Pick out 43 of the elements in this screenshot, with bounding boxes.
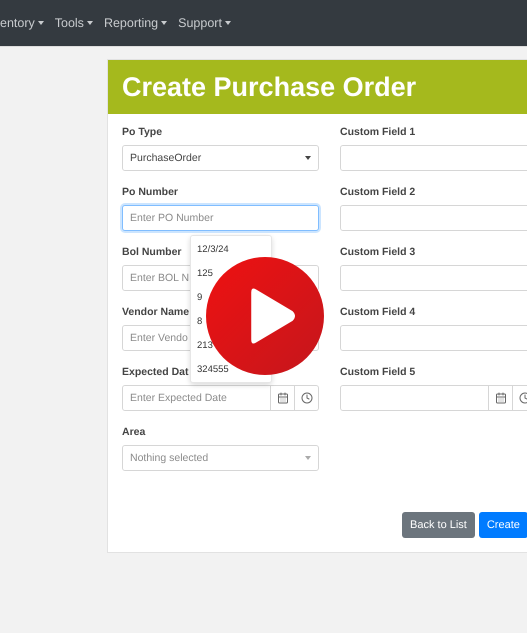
suggestion-item[interactable]: 125 <box>197 261 213 285</box>
suggestion-item[interactable]: 8 <box>197 309 202 333</box>
input-field[interactable] <box>340 205 527 231</box>
clock-icon <box>300 392 312 404</box>
suggestion-item[interactable]: 9 <box>197 285 202 309</box>
clock-button[interactable] <box>295 385 319 411</box>
field-label: Custom Field 4 <box>340 306 416 318</box>
input-field[interactable] <box>340 325 527 351</box>
field-label: Bol Number <box>122 246 182 258</box>
nav-menu[interactable]: entory <box>0 16 44 30</box>
page-title: Create Purchase Order <box>122 72 416 102</box>
suggestion-item[interactable]: 12/3/24 <box>197 237 229 261</box>
suggestion-item[interactable]: 324555 <box>197 357 229 381</box>
field-label: Expected Dat <box>122 366 189 378</box>
field-label: Custom Field 5 <box>340 366 416 378</box>
clock-icon <box>518 392 527 404</box>
caret-icon <box>305 156 311 160</box>
suggestion-item[interactable]: 213 <box>197 333 213 357</box>
calendar-button[interactable] <box>271 385 295 411</box>
calendar-icon <box>494 392 506 404</box>
caret-icon <box>161 21 168 25</box>
caret-icon <box>38 21 44 25</box>
nav-menu[interactable]: Support <box>178 16 231 30</box>
field-label: Custom Field 1 <box>340 126 416 138</box>
caret-icon <box>86 21 93 25</box>
date-field[interactable] <box>340 385 489 411</box>
calendar-icon <box>276 392 288 404</box>
create-button[interactable]: Create <box>478 512 527 538</box>
field-label: Po Number <box>122 186 178 198</box>
nav-menu[interactable]: Tools <box>54 16 93 30</box>
back-button[interactable]: Back to List <box>402 512 475 538</box>
nav-menu[interactable]: Reporting <box>104 16 168 30</box>
input-field[interactable] <box>340 265 527 291</box>
caret-icon <box>305 456 311 460</box>
select-field[interactable]: PurchaseOrder <box>122 145 319 171</box>
field-label: Custom Field 2 <box>340 186 416 198</box>
caret-icon <box>224 21 231 25</box>
field-label: Po Type <box>122 126 162 138</box>
field-label: Vendor Name <box>122 306 190 318</box>
calendar-button[interactable] <box>489 385 513 411</box>
field-label: Custom Field 3 <box>340 246 416 258</box>
input-field[interactable] <box>340 145 527 171</box>
field-label: Area <box>122 426 146 438</box>
